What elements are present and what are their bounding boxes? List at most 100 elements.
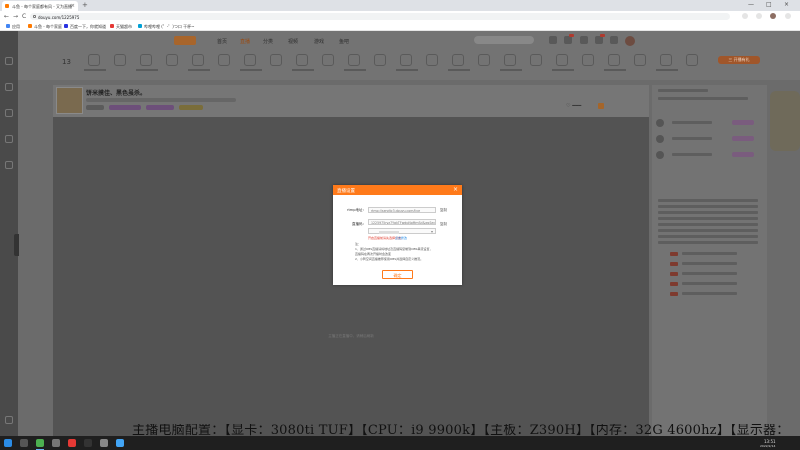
bookmark-douyu[interactable]: 斗鱼 - 每个家庭 bbox=[28, 24, 62, 30]
search-icon[interactable] bbox=[20, 439, 28, 447]
forward-button[interactable]: → bbox=[13, 13, 18, 20]
follow-button[interactable]: ♡ ━━━ bbox=[566, 103, 581, 109]
category-icon[interactable] bbox=[426, 54, 438, 66]
history-header-icon[interactable] bbox=[564, 36, 572, 44]
category-icon[interactable] bbox=[530, 54, 542, 66]
user-avatar[interactable] bbox=[625, 36, 635, 46]
app-icon[interactable] bbox=[100, 439, 108, 447]
confirm-button[interactable]: 确定 bbox=[382, 270, 413, 279]
sidebar-subtabs[interactable] bbox=[658, 97, 748, 100]
category-icon[interactable] bbox=[608, 54, 620, 66]
room-tag[interactable] bbox=[109, 105, 141, 110]
chat-badge bbox=[670, 292, 678, 296]
site-search-input[interactable] bbox=[474, 36, 534, 44]
category-select[interactable]: ▾ bbox=[368, 228, 436, 234]
open-live-button[interactable]: 三 开播有礼 bbox=[718, 56, 760, 64]
sidebar-tabs[interactable] bbox=[658, 89, 708, 92]
category-icon[interactable] bbox=[322, 54, 334, 66]
app-icon[interactable] bbox=[52, 439, 60, 447]
history-icon[interactable] bbox=[5, 83, 13, 91]
category-icon[interactable] bbox=[296, 54, 308, 66]
address-bar-row: ← → C douyu.com/1225975 bbox=[0, 11, 800, 22]
follow-header-icon[interactable] bbox=[580, 36, 588, 44]
dialog-close-icon[interactable]: × bbox=[453, 186, 458, 193]
copy-stream-code-button[interactable]: 复制 bbox=[440, 222, 447, 227]
nav-yuba[interactable]: 鱼吧 bbox=[339, 38, 349, 45]
rail-collapse-handle[interactable] bbox=[14, 234, 19, 256]
bookmark-baidu[interactable]: 百度一下，你就知道 bbox=[64, 24, 106, 30]
room-tag[interactable] bbox=[179, 105, 203, 110]
chat-text bbox=[658, 241, 758, 244]
video-icon[interactable] bbox=[5, 109, 13, 117]
game-icon[interactable] bbox=[5, 161, 13, 169]
copy-rtmp-button[interactable]: 复制 bbox=[440, 208, 447, 213]
notify-icon[interactable] bbox=[610, 36, 618, 44]
url-text: douyu.com/1225975 bbox=[38, 14, 80, 20]
modify-category-link[interactable]: 点击修改 bbox=[395, 236, 407, 240]
profile-avatar[interactable] bbox=[770, 13, 776, 19]
bookmark-bilibili[interactable]: 哔哩哔哩 (゜-゜)つロ 干杯~ bbox=[138, 24, 194, 30]
category-icon[interactable] bbox=[660, 54, 672, 66]
extension-icon[interactable] bbox=[742, 13, 748, 19]
category-icon[interactable] bbox=[634, 54, 646, 66]
category-label bbox=[604, 69, 626, 71]
category-label bbox=[188, 69, 210, 71]
category-icon[interactable] bbox=[270, 54, 282, 66]
category-icon[interactable] bbox=[504, 54, 516, 66]
download-icon[interactable] bbox=[549, 36, 557, 44]
tray-date[interactable]: 2022/2/14 bbox=[760, 444, 775, 448]
minimize-button[interactable]: — bbox=[748, 1, 754, 8]
bookmark-tmall[interactable]: 天猫超市 bbox=[110, 24, 132, 30]
back-button[interactable]: ← bbox=[4, 13, 9, 20]
maximize-button[interactable]: □ bbox=[766, 1, 772, 8]
new-tab-button[interactable]: + bbox=[82, 1, 88, 9]
close-window-button[interactable]: × bbox=[784, 1, 789, 8]
category-icon[interactable] bbox=[140, 54, 152, 66]
tab-close-icon[interactable]: × bbox=[71, 3, 75, 9]
nav-category[interactable]: 分类 bbox=[263, 38, 273, 45]
nav-video[interactable]: 视频 bbox=[288, 38, 298, 45]
room-tag[interactable] bbox=[146, 105, 174, 110]
nav-game[interactable]: 游戏 bbox=[314, 38, 324, 45]
category-icon[interactable] bbox=[400, 54, 412, 66]
nav-home[interactable]: 首页 bbox=[217, 38, 227, 45]
category-icon[interactable] bbox=[244, 54, 256, 66]
category-icon[interactable] bbox=[374, 54, 386, 66]
settings-icon[interactable] bbox=[5, 416, 13, 424]
category-icon[interactable] bbox=[192, 54, 204, 66]
douyu-logo[interactable] bbox=[174, 36, 196, 45]
note-line: 直播码在再次开播时会改变 bbox=[355, 252, 392, 256]
nav-live[interactable]: 直播 bbox=[240, 38, 250, 45]
url-input[interactable]: douyu.com/1225975 bbox=[30, 13, 730, 20]
category-icon[interactable] bbox=[556, 54, 568, 66]
stream-code-field[interactable]: 1225975rvz7YgkTFwdpNoMmSd&wsSecret= bbox=[368, 219, 436, 225]
category-icon[interactable] bbox=[452, 54, 464, 66]
follow-icon[interactable] bbox=[5, 57, 13, 65]
recommend-icon[interactable] bbox=[5, 135, 13, 143]
category-icon[interactable] bbox=[114, 54, 126, 66]
category-icon[interactable] bbox=[88, 54, 100, 66]
bookmark-apps[interactable]: 应用 bbox=[6, 24, 20, 30]
rtmp-address-field[interactable]: rtmp://sendtc3.douyu.com/live bbox=[368, 207, 436, 213]
category-icon[interactable] bbox=[478, 54, 490, 66]
message-icon[interactable] bbox=[595, 36, 603, 44]
browser-tab[interactable]: 斗鱼 - 每个家庭都有风 - 又为直播 × bbox=[2, 1, 78, 11]
puzzle-icon[interactable] bbox=[756, 13, 762, 19]
obs-icon[interactable] bbox=[84, 439, 92, 447]
category-icon[interactable] bbox=[218, 54, 230, 66]
category-icon[interactable] bbox=[686, 54, 698, 66]
streamer-avatar[interactable] bbox=[56, 87, 83, 114]
reload-button[interactable]: C bbox=[22, 13, 26, 20]
category-icon[interactable] bbox=[348, 54, 360, 66]
taskbar: 13:51 2022/2/14 bbox=[0, 436, 800, 450]
app-icon[interactable] bbox=[116, 439, 124, 447]
app-icon[interactable] bbox=[68, 439, 76, 447]
more-menu-icon[interactable] bbox=[785, 13, 791, 19]
category-icon[interactable] bbox=[582, 54, 594, 66]
category-icon[interactable] bbox=[166, 54, 178, 66]
start-icon[interactable] bbox=[4, 439, 12, 447]
room-tag[interactable] bbox=[86, 105, 104, 110]
chrome-icon[interactable] bbox=[36, 439, 44, 447]
screen: 斗鱼 - 每个家庭都有风 - 又为直播 × + — □ × ← → C douy… bbox=[0, 0, 800, 450]
rank-avatar bbox=[656, 119, 664, 127]
